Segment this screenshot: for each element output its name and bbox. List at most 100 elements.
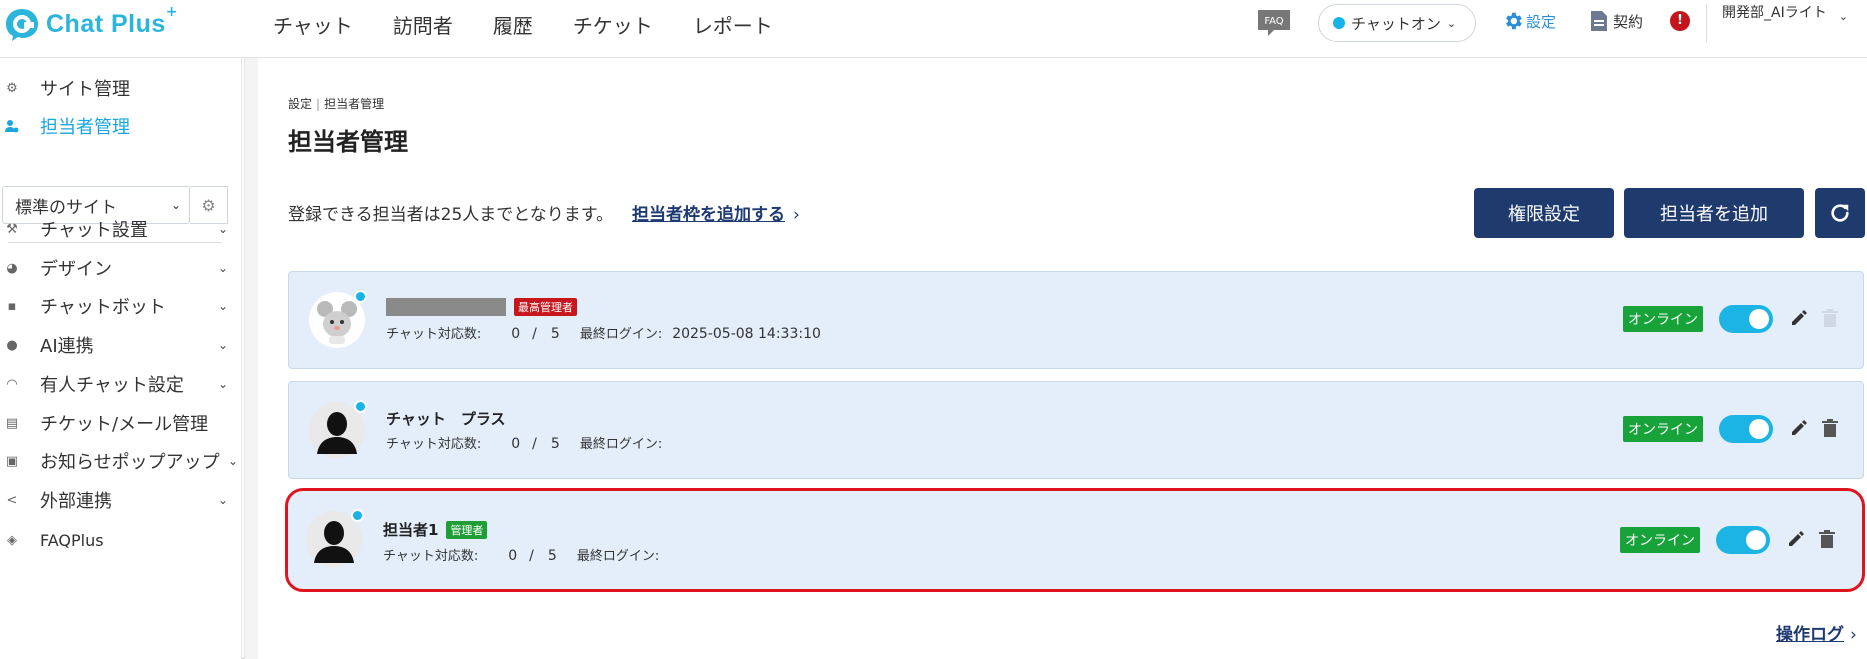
sidebar: ⚙ サイト管理 担当者管理 標準のサイト ⌄ ⚙ ⚒ チャット設置 ⌄ ◕ デザイン ⌄… bbox=[0, 58, 242, 659]
pencil-icon[interactable] bbox=[1789, 418, 1809, 438]
nav-chat[interactable]: チャット bbox=[273, 6, 353, 43]
chat-count-current: 0 bbox=[508, 548, 518, 564]
headset-icon: ◠ bbox=[6, 376, 18, 392]
last-login-label: 最終ログイン: bbox=[576, 549, 660, 564]
redacted-name bbox=[386, 298, 506, 316]
list-icon: ▤ bbox=[5, 415, 19, 431]
chevron-down-icon: ⌄ bbox=[217, 299, 228, 313]
refresh-icon bbox=[1831, 204, 1849, 222]
nav-visitors[interactable]: 訪問者 bbox=[393, 6, 453, 43]
add-staff-slot-label: 担当者枠を追加する bbox=[632, 205, 785, 225]
pencil-icon[interactable] bbox=[1786, 529, 1806, 549]
user-name: 開発部_AIライト bbox=[1722, 5, 1827, 21]
status-dot-icon bbox=[1333, 17, 1345, 29]
status-badge: オンライン bbox=[1623, 416, 1703, 442]
breadcrumb-item-settings[interactable]: 設定 bbox=[288, 97, 312, 111]
sidebar-item-label: お知らせポップアップ bbox=[40, 452, 220, 473]
sidebar-item-staff-management[interactable]: 担当者管理 bbox=[0, 108, 242, 144]
toggle-knob bbox=[1746, 530, 1766, 550]
online-indicator bbox=[354, 290, 367, 303]
staff-card: 最高管理者 チャット対応数: 0 / 5 最終ログイン: 2025-05-08 14:33… bbox=[288, 271, 1864, 369]
staff-name-text: チャット プラス bbox=[386, 410, 506, 428]
sidebar-item-external[interactable]: < 外部連携 ⌄ bbox=[0, 482, 242, 518]
permission-settings-button[interactable]: 権限設定 bbox=[1474, 188, 1614, 238]
settings-link[interactable]: 設定 bbox=[1502, 10, 1556, 32]
sidebar-item-label: チャット設置 bbox=[40, 220, 148, 241]
chat-status-dropdown[interactable]: チャットオン ⌄ bbox=[1318, 4, 1476, 42]
chevron-down-icon: ⌄ bbox=[217, 377, 228, 391]
sidebar-item-label: 担当者管理 bbox=[40, 117, 130, 138]
nav-history[interactable]: 履歴 bbox=[493, 6, 533, 43]
sidebar-item-label: サイト管理 bbox=[40, 79, 130, 100]
palette-icon: ◕ bbox=[6, 260, 18, 276]
add-staff-button[interactable]: 担当者を追加 bbox=[1624, 188, 1804, 238]
contract-label: 契約 bbox=[1613, 12, 1644, 31]
chat-bubble-icon: ▪ bbox=[7, 298, 17, 314]
gear-icon bbox=[1506, 12, 1522, 30]
shield-icon: ◈ bbox=[7, 532, 17, 548]
chat-status-label: チャットオン bbox=[1351, 14, 1441, 33]
faq-icon[interactable]: FAQ bbox=[1256, 8, 1292, 38]
staff-meta: チャット対応数: 0 / 5 最終ログイン: 2025-05-08 14:33:10 bbox=[386, 323, 821, 342]
sidebar-item-label: 有人チャット設定 bbox=[40, 375, 184, 396]
contract-link[interactable]: 契約 bbox=[1590, 10, 1643, 32]
status-toggle[interactable] bbox=[1719, 415, 1773, 443]
avatar bbox=[306, 509, 364, 567]
chat-count-separator: / bbox=[532, 436, 537, 452]
avatar bbox=[309, 290, 367, 348]
operation-log-label: 操作ログ bbox=[1776, 625, 1844, 645]
chat-count-current: 0 bbox=[511, 326, 521, 342]
status-badge: オンライン bbox=[1620, 527, 1700, 553]
staff-name-text: 担当者1 bbox=[383, 521, 439, 539]
online-indicator bbox=[351, 509, 364, 522]
pencil-icon[interactable] bbox=[1789, 308, 1809, 328]
status-toggle[interactable] bbox=[1719, 305, 1773, 333]
sidebar-item-label: 外部連携 bbox=[40, 491, 112, 512]
sidebar-item-label: チャットボット bbox=[40, 297, 166, 318]
sidebar-item-ticket-mail[interactable]: ▤ チケット/メール管理 bbox=[0, 405, 242, 441]
chevron-down-icon: ⌄ bbox=[217, 493, 228, 507]
user-menu[interactable]: 開発部_AIライト ⌄ bbox=[1722, 2, 1850, 24]
staff-name: 担当者1 管理者 bbox=[383, 519, 488, 540]
chat-count-separator: / bbox=[529, 548, 534, 564]
sidebar-item-site-management[interactable]: ⚙ サイト管理 bbox=[0, 70, 242, 106]
add-staff-slot-link[interactable]: 担当者枠を追加する › bbox=[632, 200, 800, 225]
chevron-right-icon: › bbox=[793, 205, 800, 225]
sidebar-item-chat-setup[interactable]: ⚒ チャット設置 ⌄ bbox=[0, 211, 242, 247]
sidebar-item-chatbot[interactable]: ▪ チャットボット ⌄ bbox=[0, 288, 242, 324]
top-nav: チャット 訪問者 履歴 チケット レポート bbox=[273, 6, 813, 43]
logo[interactable]: Chat Plus + bbox=[4, 4, 178, 44]
window-icon: ▣ bbox=[5, 453, 19, 469]
refresh-button[interactable] bbox=[1815, 188, 1865, 238]
status-badge: オンライン bbox=[1623, 306, 1703, 332]
trash-icon[interactable] bbox=[1820, 418, 1840, 438]
sidebar-item-label: チケット/メール管理 bbox=[40, 414, 209, 435]
trash-icon[interactable] bbox=[1817, 529, 1837, 549]
chevron-down-icon: ⌄ bbox=[1446, 16, 1457, 30]
status-toggle[interactable] bbox=[1716, 526, 1770, 554]
sidebar-item-design[interactable]: ◕ デザイン ⌄ bbox=[0, 250, 242, 286]
nav-tickets[interactable]: チケット bbox=[573, 6, 653, 43]
operation-log-link[interactable]: 操作ログ › bbox=[1776, 620, 1857, 645]
chevron-down-icon: ⌄ bbox=[170, 198, 181, 212]
alert-icon[interactable]: ! bbox=[1670, 11, 1690, 31]
sidebar-item-popup[interactable]: ▣ お知らせポップアップ ⌄ bbox=[0, 443, 242, 479]
chevron-right-icon: › bbox=[1850, 625, 1857, 645]
divider bbox=[1706, 4, 1707, 42]
sidebar-item-ai[interactable]: ● AI連携 ⌄ bbox=[0, 327, 242, 363]
sidebar-item-faqplus[interactable]: ◈ FAQPlus bbox=[0, 522, 242, 558]
staff-card: チャット プラス チャット対応数: 0 / 5 最終ログイン: オンライン bbox=[288, 381, 1864, 479]
staff-name: 最高管理者 bbox=[386, 298, 577, 316]
sidebar-item-manned-chat[interactable]: ◠ 有人チャット設定 ⌄ bbox=[0, 366, 242, 402]
chevron-down-icon: ⌄ bbox=[227, 454, 238, 468]
trash-icon-disabled bbox=[1822, 309, 1838, 327]
sidebar-item-label: FAQPlus bbox=[40, 530, 104, 550]
top-bar: Chat Plus + チャット 訪問者 履歴 チケット レポート FAQ チャ… bbox=[0, 0, 1867, 58]
staff-meta: チャット対応数: 0 / 5 最終ログイン: bbox=[386, 433, 672, 452]
staff-meta: チャット対応数: 0 / 5 最終ログイン: bbox=[383, 545, 669, 564]
document-icon bbox=[1591, 11, 1607, 31]
nav-reports[interactable]: レポート bbox=[693, 6, 773, 43]
chat-count-label: チャット対応数: bbox=[386, 437, 482, 452]
sidebar-scrollbar[interactable] bbox=[244, 58, 258, 659]
bulb-icon: ● bbox=[6, 337, 18, 353]
